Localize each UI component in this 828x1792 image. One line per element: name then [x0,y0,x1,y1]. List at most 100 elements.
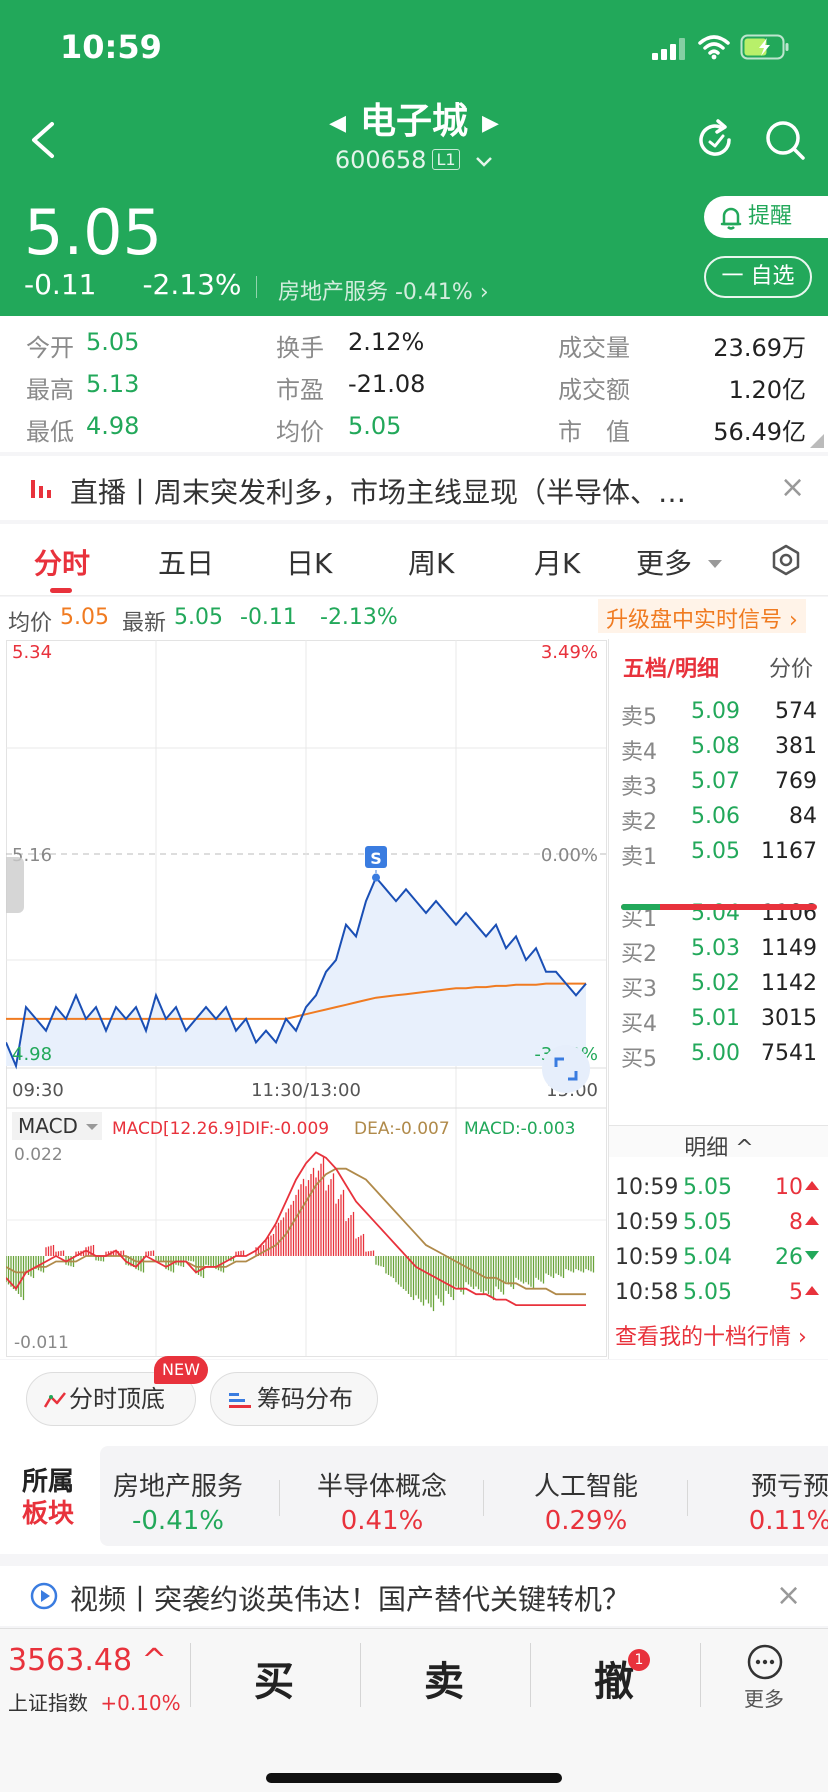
play-circle-icon [30,1582,58,1610]
my-ten-level-link[interactable]: 查看我的十档行情 › [615,1319,807,1351]
macd-dif-label: DIF:-0.009 [242,1119,329,1139]
bid-row[interactable]: 买2 5.03 1149 [609,936,828,976]
sector-label-line2: 板块 [22,1499,75,1529]
caret-down-icon [707,560,722,568]
tab-five-day[interactable]: 五日 [158,542,214,582]
level-badge: L1 [432,149,460,170]
bottom-trade-bar: 3563.48 ^ 上证指数 +0.10% 买 卖 撤 1 更多 [0,1628,828,1792]
y-tick-label: 4.98 [12,1044,52,1065]
sector-scroll[interactable]: 房地产服务 -0.41% 半导体概念 0.41% 人工智能 0.29% 预亏预 0.11% [100,1446,828,1546]
prev-stock-icon[interactable]: ◀ [329,111,346,136]
sector-card[interactable]: 半导体概念 0.41% [280,1446,484,1546]
level-qty: 3015 [761,1006,817,1031]
bid-row[interactable]: 买3 5.02 1142 [609,971,828,1011]
sell-button[interactable]: 卖 [424,1649,464,1707]
level-qty: 769 [775,769,817,794]
tab-weekly-k[interactable]: 周K [408,542,454,582]
buy-sell-ratio-bar [621,904,817,910]
close-icon[interactable]: × [776,1578,801,1613]
sector-card[interactable]: 预亏预 0.11% [688,1446,828,1546]
watchlist-button[interactable]: 一 自选 [704,256,812,298]
sector-link[interactable]: 房地产服务 -0.41% › [278,274,489,306]
sector-card[interactable]: 房地产服务 -0.41% [100,1446,280,1546]
remind-button[interactable]: 提醒 [704,196,828,238]
macd-y-bottom: -0.011 [14,1333,69,1353]
trade-price: 5.05 [683,1175,732,1200]
ask-row[interactable]: 卖5 5.09 574 [609,699,828,739]
buy-button[interactable]: 买 [254,1649,294,1707]
intraday-tops-label: 分时顶底 [69,1385,165,1413]
video-banner[interactable]: 视频丨突袭约谈英伟达！国产替代关键转机？ × [0,1566,828,1626]
detail-header[interactable]: 明细 ^ [609,1125,828,1161]
index-value[interactable]: 3563.48 ^ [8,1643,167,1678]
sector-change: 0.41% [340,1506,424,1536]
tab-more[interactable]: 更多 [636,542,723,582]
chip-distribution-label: 筹码分布 [257,1385,353,1413]
level-price: 5.03 [691,936,740,961]
bid-row[interactable]: 买4 5.01 3015 [609,1006,828,1046]
settings-icon[interactable] [770,544,802,576]
stat-value: 2.12% [348,328,425,356]
ask-row[interactable]: 卖3 5.07 769 [609,769,828,809]
trade-qty: 26 [775,1245,803,1270]
level-label: 卖1 [621,845,657,870]
stock-header: 10:59 ◀ 电子城 ▶ 600658 L1 5.05 -0.11 -2.13% [0,0,828,316]
tool-chips: 分时顶底 NEW 筹码分布 [0,1356,828,1436]
refresh-icon[interactable] [696,118,736,162]
chip-distribution-chip[interactable]: 筹码分布 [210,1372,378,1426]
ask-row[interactable]: 卖2 5.06 84 [609,804,828,844]
last-label: 最新 [122,611,167,636]
level-qty: 84 [789,804,817,829]
level-qty: 1149 [761,936,817,961]
trade-qty: 8 [789,1210,803,1235]
more-label[interactable]: 更多 [744,1683,784,1712]
trade-qty: 10 [775,1175,803,1200]
sector-label: 所属 板块 [22,1466,74,1530]
bid-row[interactable]: 买5 5.00 7541 [609,1041,828,1081]
level-price: 5.08 [691,734,740,759]
search-icon[interactable] [764,118,808,162]
sector-card[interactable]: 人工智能 0.29% [484,1446,688,1546]
remind-label: 提醒 [748,204,793,229]
tab-monthly-k[interactable]: 月K [534,542,580,582]
ask-row[interactable]: 卖4 5.08 381 [609,734,828,774]
ask-row[interactable]: 卖1 5.05 1167 [609,839,828,879]
tab-indicator [50,588,72,593]
macd-params-label: MACD[12.26.9] [112,1119,241,1139]
bell-icon [720,207,742,230]
index-name-row[interactable]: 上证指数 +0.10% [8,1687,181,1716]
distribution-icon [229,1393,251,1408]
close-icon[interactable]: × [780,470,805,505]
side-drawer-handle[interactable] [6,857,24,913]
level-label: 卖5 [621,705,657,730]
live-banner[interactable]: 直播丨周末突发利多，市场主线显现（半导体、… × [0,456,828,520]
tab-price-distribution[interactable]: 分价 [769,651,813,683]
trade-price: 5.05 [683,1210,732,1235]
order-book-tabs: 五档/明细 分价 [623,651,813,683]
sector-name: 预亏预 [750,1472,828,1502]
stat-label: 今开 [26,334,74,362]
info-change-pct: -2.13% [320,605,398,630]
index-change: +0.10% [100,1691,181,1715]
expand-corner-icon[interactable] [810,434,824,448]
tab-daily-k[interactable]: 日K [286,542,332,582]
level-price: 5.09 [691,699,740,724]
new-badge: NEW [154,1356,208,1384]
status-time: 10:59 [60,28,162,66]
index-name: 上证指数 [8,1691,88,1715]
trade-time: 10:59 [615,1245,679,1270]
more-chat-icon[interactable] [746,1643,784,1681]
intraday-chart[interactable]: S 5.345.164.983.49%0.00%-3.49%09:3011:30… [6,640,608,1358]
expand-chart-button[interactable] [542,1045,590,1093]
tab-five-level[interactable]: 五档/明细 [623,657,719,682]
next-stock-icon[interactable]: ▶ [482,111,499,136]
avg-label: 均价 [8,611,53,636]
level-label: 买5 [621,1047,657,1072]
trade-price: 5.04 [683,1245,732,1270]
arrow-up-icon [805,1216,819,1225]
upgrade-signal-button[interactable]: 升级盘中实时信号 › [598,599,806,633]
tab-intraday[interactable]: 分时 [34,542,90,582]
level-qty: 1167 [761,839,817,864]
home-indicator[interactable] [266,1773,562,1783]
y-tick-label: 5.34 [12,642,52,663]
